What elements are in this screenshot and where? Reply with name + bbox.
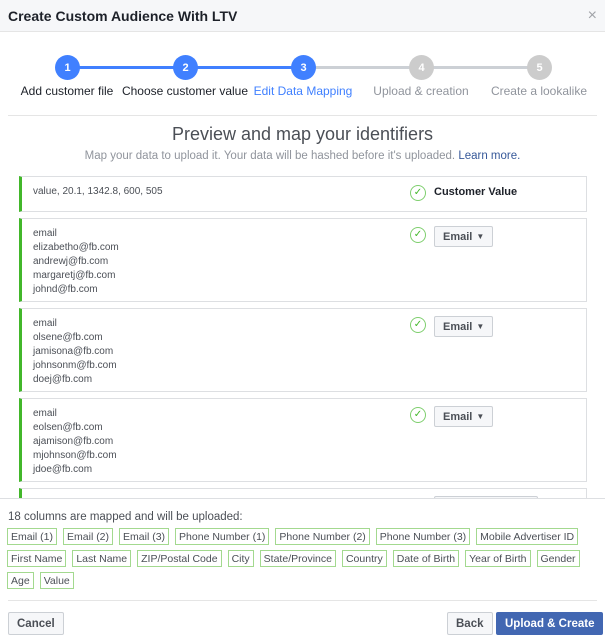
mapped-column-chip: Phone Number (1)	[175, 528, 270, 545]
mapped-column-chip: Age	[7, 572, 34, 589]
mapping-dropdown[interactable]: Email ▼	[434, 316, 494, 337]
upload-create-button[interactable]: Upload & Create	[496, 612, 604, 635]
chevron-down-icon: ▼	[476, 231, 485, 241]
mapping-row: email olsene@fb.com jamisona@fb.com johnson…	[19, 308, 587, 392]
page-title: Preview and map your identifiers	[171, 124, 434, 144]
step-4-circle: 4	[409, 55, 434, 80]
mapped-column-chip: Phone Number (2)	[275, 528, 370, 545]
chevron-down-icon: ▼	[476, 411, 485, 421]
step-2-circle: 2	[173, 55, 198, 80]
check-circle-icon: ✓	[410, 185, 426, 201]
preview-value: email	[33, 408, 57, 419]
close-icon[interactable]: ×	[588, 7, 597, 25]
back-button[interactable]: Back	[447, 612, 493, 635]
mapped-column-chip: Gender	[536, 550, 580, 567]
dropdown-value: Email	[443, 410, 473, 423]
mapping-row: value, 20.1, 1342.8, 600, 505 ✓ Customer V…	[19, 176, 587, 212]
stepper: 1 Add customer file 2 Choose customer value…	[0, 55, 605, 105]
mapped-column-chip: Phone Number (3)	[375, 528, 471, 545]
divider	[8, 115, 597, 116]
mapping-list[interactable]: value, 20.1, 1342.8, 600, 505 ✓ Customer V…	[19, 176, 587, 498]
mapped-label: Customer Value	[434, 186, 518, 198]
dialog-header: Create Custom Audience With LTV ×	[0, 0, 605, 32]
mapped-column-chip: State/Province	[259, 550, 336, 567]
preview-value: jdoe@fb.com	[33, 464, 93, 475]
mapped-column-chip: Date of Birth	[392, 550, 460, 567]
chevron-down-icon: ▼	[476, 321, 485, 331]
step-5-circle: 5	[527, 55, 552, 80]
dropdown-value: Email	[443, 320, 473, 333]
preview-value: eolsen@fb.com	[33, 422, 103, 433]
preview-value: andrewj@fb.com	[33, 256, 109, 267]
step-1-circle: 1	[55, 55, 80, 80]
mapped-count: 18 columns are mapped and will be upload…	[8, 511, 243, 523]
step-5-label: Create a lookalike	[490, 84, 588, 98]
step-3-circle: 3	[291, 55, 316, 80]
mapped-column-chip: Year of Birth	[465, 550, 531, 567]
preview-value: margaretj@fb.com	[33, 270, 116, 281]
mapped-column-chip: Value	[39, 572, 74, 589]
preview-value: johnsonm@fb.com	[33, 360, 117, 371]
mapping-row: email eolsen@fb.com ajamison@fb.com mjohnso…	[19, 398, 587, 482]
mapping-dropdown[interactable]: Email ▼	[434, 406, 494, 427]
check-circle-icon: ✓	[410, 317, 426, 333]
preview-value: johnd@fb.com	[33, 284, 98, 295]
subtitle-text: Map your data to upload it. Your data wi…	[84, 150, 456, 162]
cancel-button[interactable]: Cancel	[8, 612, 64, 635]
divider	[8, 600, 597, 601]
mapped-column-chip: First Name	[7, 550, 67, 567]
mapped-column-chip: City	[227, 550, 254, 567]
mapped-columns: Email (1) Email (2) Email (3) Phone Number …	[7, 528, 597, 589]
preview-value: email	[33, 318, 57, 329]
mapped-column-chip: ZIP/Postal Code	[137, 550, 222, 567]
dialog-title: Create Custom Audience With LTV	[8, 7, 238, 24]
preview-value: olsene@fb.com	[33, 332, 103, 343]
mapped-column-chip: Mobile Advertiser ID	[476, 528, 579, 545]
preview-value: ajamison@fb.com	[33, 436, 114, 447]
preview-value: email	[33, 228, 57, 239]
learn-more-link[interactable]: Learn more.	[458, 150, 520, 162]
dropdown-value: Email	[443, 230, 473, 243]
mapped-summary: 18 columns are mapped and will be upload…	[0, 498, 605, 640]
mapped-column-chip: Email (1)	[7, 528, 58, 545]
check-circle-icon: ✓	[410, 227, 426, 243]
mapped-column-chip: Last Name	[72, 550, 132, 567]
preview-value: jamisona@fb.com	[33, 346, 114, 357]
mapping-row-partial	[19, 488, 587, 498]
mapped-column-chip: Email (3)	[119, 528, 170, 545]
mapped-column-chip: Country	[341, 550, 387, 567]
mapped-column-chip: Email (2)	[63, 528, 114, 545]
preview-value: doej@fb.com	[33, 374, 93, 385]
page-subtitle: Map your data to upload it. Your data wi…	[0, 150, 605, 162]
mapping-dropdown[interactable]: Email ▼	[434, 226, 494, 247]
mapping-row: email elizabetho@fb.com andrewj@fb.com marg…	[19, 218, 587, 302]
preview-value: mjohnson@fb.com	[33, 450, 117, 461]
check-circle-icon: ✓	[410, 407, 426, 423]
preview-value: elizabetho@fb.com	[33, 242, 119, 253]
